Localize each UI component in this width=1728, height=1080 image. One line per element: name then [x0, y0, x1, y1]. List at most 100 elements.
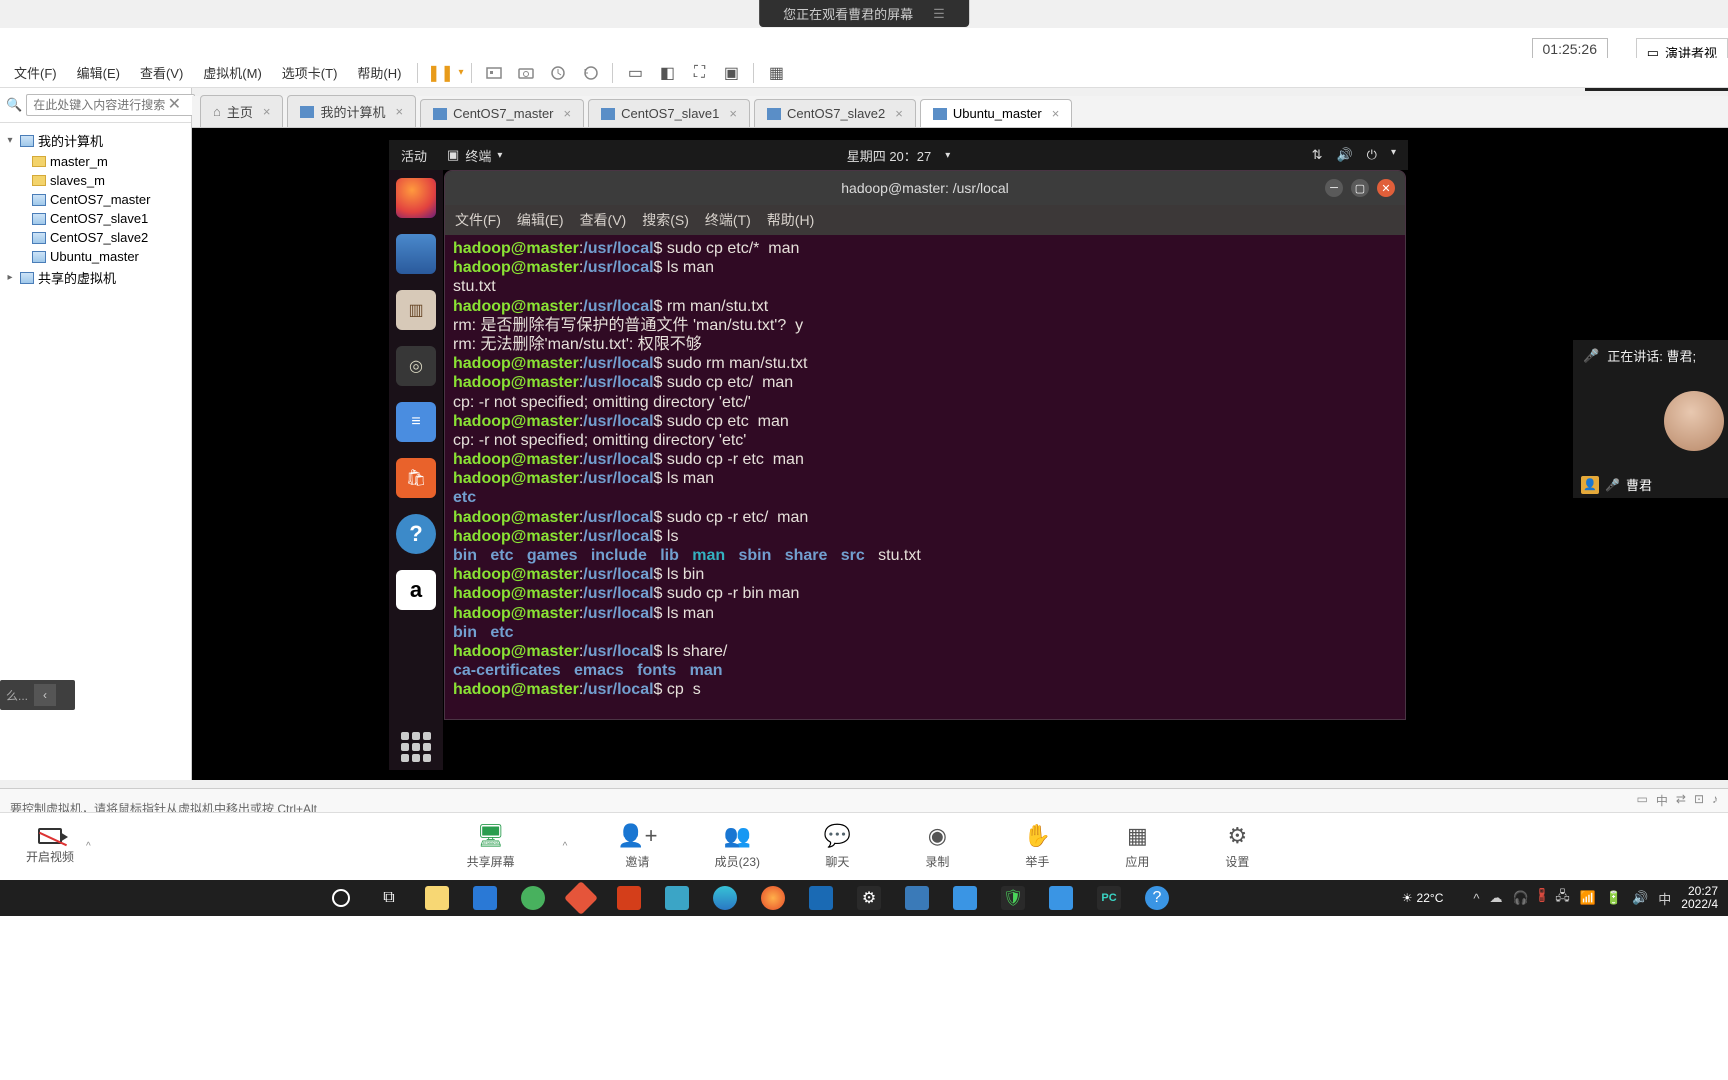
apps-button[interactable]: ▦应用 [1107, 823, 1167, 870]
tray-volume-icon[interactable]: 🔊 [1632, 890, 1648, 906]
taskbar-explorer[interactable] [414, 880, 460, 916]
tab-centos7-master[interactable]: CentOS7_master× [420, 99, 584, 127]
tray-headphones-icon[interactable]: 🎧 [1512, 890, 1528, 906]
taskbar-pycharm[interactable]: PC [1086, 880, 1132, 916]
tray-chevron-up[interactable]: ^ [1473, 891, 1479, 906]
library-button[interactable]: ▦ [762, 61, 790, 85]
close-icon[interactable]: × [895, 106, 903, 121]
taskbar-edge-legacy[interactable] [702, 880, 748, 916]
status-usb-icon[interactable]: ⊡ [1694, 792, 1704, 809]
dock-ubuntu-software[interactable]: 🛍 [396, 458, 436, 498]
dock-files[interactable]: ▥ [396, 290, 436, 330]
tray-network-icon[interactable]: 🖧 [1555, 887, 1570, 909]
dock-amazon[interactable]: a [396, 570, 436, 610]
sidebar-close-button[interactable]: ✕ [164, 94, 185, 114]
console-view-button[interactable]: ▣ [717, 61, 745, 85]
unity-button[interactable]: ◧ [653, 61, 681, 85]
snapshot-revert-button[interactable] [576, 61, 604, 85]
taskbar-firefox[interactable] [750, 880, 796, 916]
term-menu-file[interactable]: 文件(F) [455, 210, 501, 230]
dock-help[interactable]: ? [396, 514, 436, 554]
activities-button[interactable]: 活动 [401, 146, 427, 165]
term-menu-terminal[interactable]: 终端(T) [705, 210, 751, 230]
close-icon[interactable]: × [263, 104, 271, 119]
dock-rhythmbox[interactable]: ◎ [396, 346, 436, 386]
vm-display-area[interactable]: 活动 ▣ 终端 ▾ 星期四 20：27 ▾ ⇅ 🔊 ⏻ ▾ ▥ ◎ ≡ 🛍 ? … [192, 128, 1728, 780]
chat-button[interactable]: 💬聊天 [807, 823, 867, 870]
network-icon[interactable]: ⇅ [1312, 147, 1323, 163]
tray-ime[interactable]: 中 [1658, 889, 1671, 908]
tree-item-master-m[interactable]: master_m [32, 152, 187, 171]
raise-hand-button[interactable]: ✋举手 [1007, 823, 1067, 870]
task-view-button[interactable]: ⧉ [366, 880, 412, 916]
terminal-titlebar[interactable]: hadoop@master: /usr/local ─ ▢ ✕ [445, 171, 1405, 205]
close-icon[interactable]: × [564, 106, 572, 121]
tree-root-mycomputer[interactable]: ▾ 我的计算机 [4, 129, 187, 152]
stretch-button[interactable]: ⛶ [685, 61, 713, 85]
start-video-button[interactable]: 开启视频 [20, 828, 80, 865]
taskbar-mail[interactable] [462, 880, 508, 916]
tree-item-slaves-m[interactable]: slaves_m [32, 171, 187, 190]
status-sound-icon[interactable]: ♪ [1712, 792, 1718, 809]
menu-tabs[interactable]: 选项卡(T) [274, 59, 346, 86]
fullscreen-button[interactable]: ▭ [621, 61, 649, 85]
status-net-icon[interactable]: ⇄ [1676, 792, 1686, 809]
menu-vm[interactable]: 虚拟机(M) [195, 59, 270, 86]
menu-view[interactable]: 查看(V) [132, 59, 191, 86]
weather-widget[interactable]: ☀22°C [1402, 891, 1444, 905]
maximize-button[interactable]: ▢ [1351, 179, 1369, 197]
share-banner-menu-icon[interactable]: ☰ [933, 6, 945, 22]
pause-button[interactable]: ❚❚ [426, 61, 454, 85]
taskbar-tencent-meeting[interactable] [1038, 880, 1084, 916]
tree-item-centos7-master[interactable]: CentOS7_master [32, 190, 187, 209]
taskbar-shield1[interactable] [942, 880, 988, 916]
taskbar-office[interactable] [606, 880, 652, 916]
tab-centos7-slave2[interactable]: CentOS7_slave2× [754, 99, 916, 127]
status-ime-icon[interactable]: 中 [1656, 792, 1668, 809]
taskbar-edge-chromium[interactable] [510, 880, 556, 916]
minimize-button[interactable]: ─ [1325, 179, 1343, 197]
participant-video-tile[interactable] [1573, 371, 1728, 471]
settings-button[interactable]: ⚙设置 [1207, 823, 1267, 870]
menu-file[interactable]: 文件(F) [6, 59, 65, 86]
taskbar-wps[interactable] [558, 880, 604, 916]
snapshot-manage-button[interactable] [544, 61, 572, 85]
dock-firefox[interactable] [396, 178, 436, 218]
taskbar-vmware[interactable] [894, 880, 940, 916]
tree-item-centos7-slave2[interactable]: CentOS7_slave2 [32, 228, 187, 247]
say-something-prompt[interactable]: 么... ‹ [0, 680, 75, 710]
tab-ubuntu-master[interactable]: Ubuntu_master× [920, 99, 1072, 127]
send-ctrl-alt-del-button[interactable] [480, 61, 508, 85]
snapshot-button[interactable] [512, 61, 540, 85]
invite-button[interactable]: 👤+邀请 [607, 823, 667, 870]
taskbar-quicker[interactable]: ? [1134, 880, 1180, 916]
close-button[interactable]: ✕ [1377, 179, 1395, 197]
tray-clock[interactable]: 20:27 2022/4 [1681, 885, 1718, 911]
menu-edit[interactable]: 编辑(E) [69, 59, 128, 86]
close-icon[interactable]: × [1052, 106, 1060, 121]
terminal-body[interactable]: hadoop@master:/usr/local$ sudo cp etc/* … [445, 235, 1405, 719]
chevron-down-icon[interactable]: ▾ [1391, 147, 1396, 163]
share-options-caret[interactable]: ^ [563, 841, 568, 852]
tree-item-ubuntu-master[interactable]: Ubuntu_master [32, 247, 187, 266]
term-menu-help[interactable]: 帮助(H) [767, 210, 814, 230]
tab-mycomputer[interactable]: 我的计算机× [287, 95, 416, 127]
taskbar-settings[interactable]: ⚙ [846, 880, 892, 916]
pause-dropdown-icon[interactable]: ▾ [458, 67, 463, 78]
close-icon[interactable]: × [395, 104, 403, 119]
share-screen-button[interactable]: 🖥共享屏幕 [461, 823, 521, 870]
term-menu-edit[interactable]: 编辑(E) [517, 210, 564, 230]
status-icon[interactable]: ▭ [1637, 792, 1648, 809]
tray-wifi-icon[interactable]: 📶 [1580, 890, 1596, 906]
app-menu-button[interactable]: ▣ 终端 ▾ [447, 146, 502, 165]
dock-libreoffice-writer[interactable]: ≡ [396, 402, 436, 442]
close-icon[interactable]: × [729, 106, 737, 121]
dock-show-apps[interactable] [401, 732, 431, 762]
tray-bluetooth-icon[interactable]: 🔋 [1606, 890, 1622, 906]
tab-centos7-slave1[interactable]: CentOS7_slave1× [588, 99, 750, 127]
menu-help[interactable]: 帮助(H) [349, 59, 409, 86]
taskbar-media-player[interactable] [798, 880, 844, 916]
dock-thunderbird[interactable] [396, 234, 436, 274]
tab-home[interactable]: ⌂主页× [200, 95, 283, 127]
volume-icon[interactable]: 🔊 [1336, 147, 1352, 163]
